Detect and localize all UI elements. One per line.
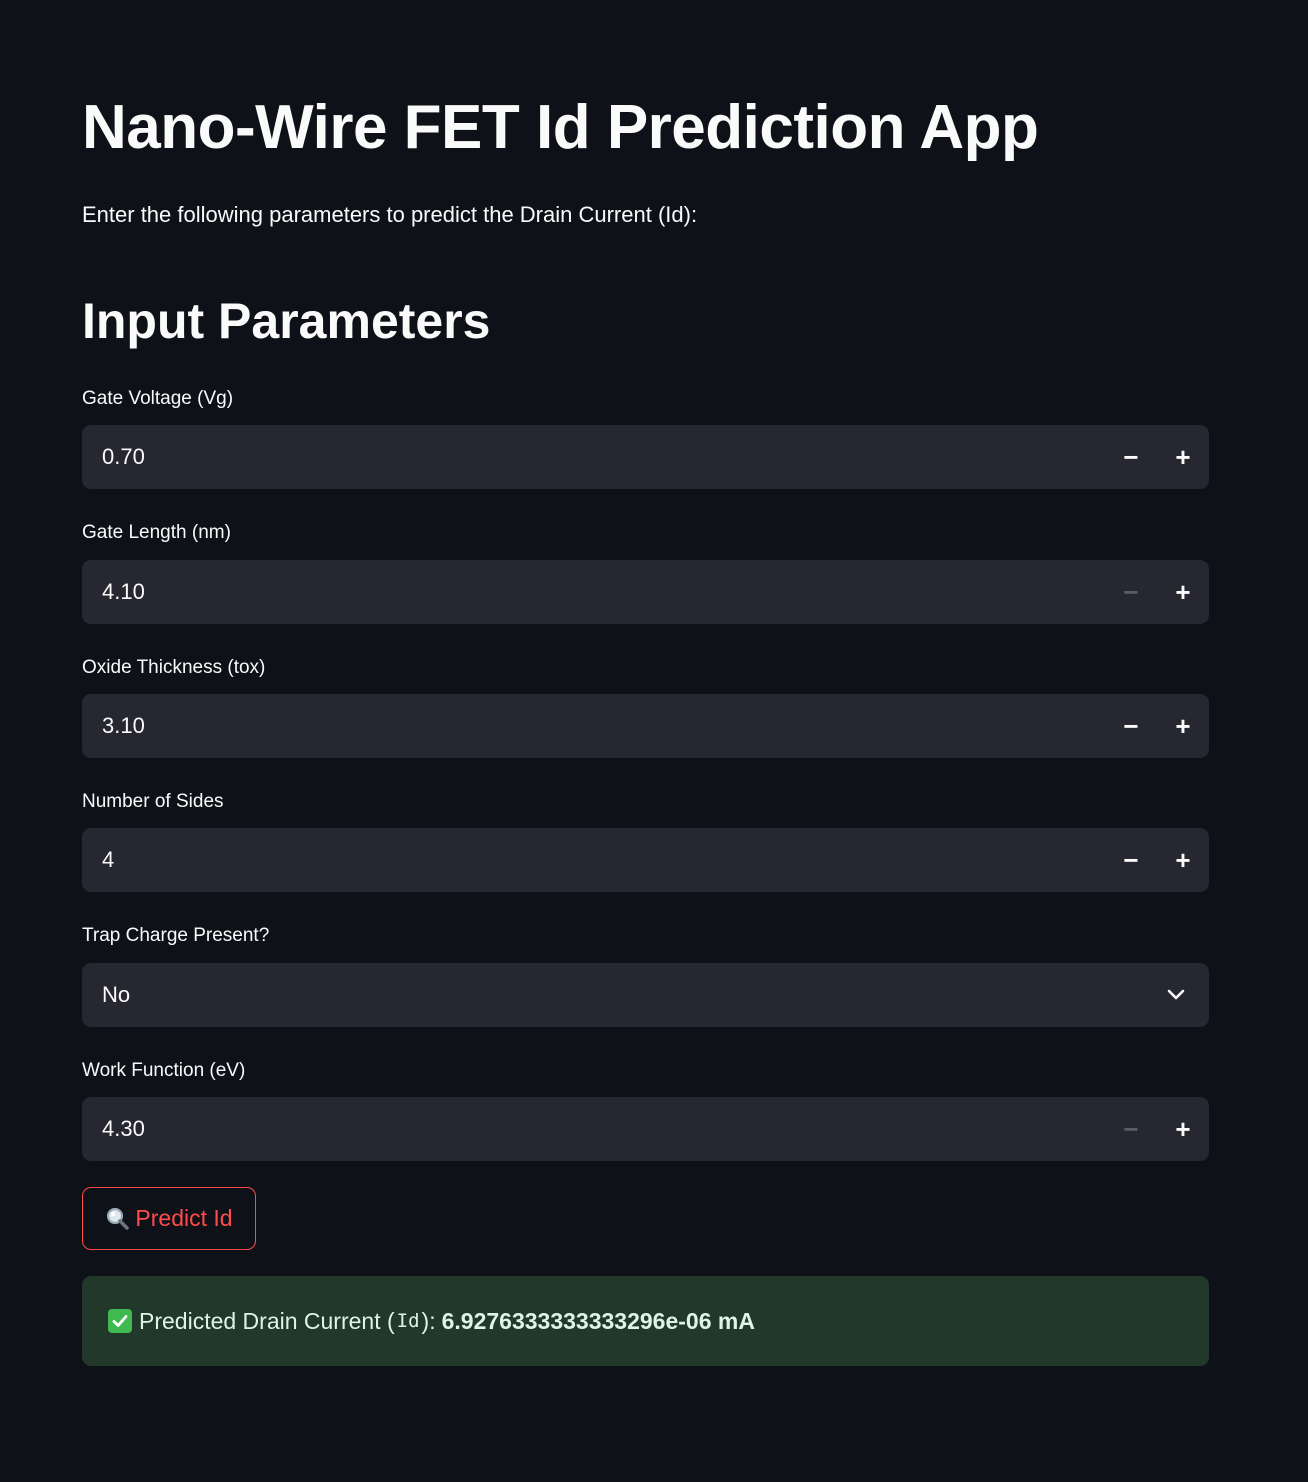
gate-voltage-input[interactable]: 0.70 − + bbox=[82, 425, 1209, 489]
gate-length-input[interactable]: 4.10 − + bbox=[82, 560, 1209, 624]
gate-length-label: Gate Length (nm) bbox=[82, 522, 231, 543]
gate-voltage-value[interactable]: 0.70 bbox=[102, 425, 145, 489]
predict-id-button[interactable]: Predict Id bbox=[82, 1187, 256, 1250]
app-page: Nano-Wire FET Id Prediction App Enter th… bbox=[0, 0, 1308, 1482]
trap-charge-label: Trap Charge Present? bbox=[82, 925, 270, 946]
result-text: Predicted Drain Current ( Id ): 6.927633… bbox=[108, 1276, 755, 1366]
gate-length-increment-button[interactable]: + bbox=[1157, 560, 1209, 624]
check-icon bbox=[108, 1309, 132, 1333]
oxide-thickness-decrement-button[interactable]: − bbox=[1105, 694, 1157, 758]
result-suffix: ): bbox=[421, 1307, 436, 1334]
gate-voltage-decrement-button[interactable]: − bbox=[1105, 425, 1157, 489]
oxide-thickness-value[interactable]: 3.10 bbox=[102, 694, 145, 758]
predict-id-label: Predict Id bbox=[135, 1205, 233, 1231]
work-function-increment-button[interactable]: + bbox=[1157, 1097, 1209, 1161]
oxide-thickness-label: Oxide Thickness (tox) bbox=[82, 657, 266, 678]
result-prefix: Predicted Drain Current ( bbox=[139, 1307, 395, 1334]
gate-voltage-label: Gate Voltage (Vg) bbox=[82, 388, 234, 409]
predicted-value: 6.9276333333333296e-06 mA bbox=[441, 1307, 755, 1334]
trap-charge-select[interactable]: No bbox=[82, 963, 1209, 1027]
number-of-sides-increment-button[interactable]: + bbox=[1157, 828, 1209, 892]
work-function-label: Work Function (eV) bbox=[82, 1060, 246, 1081]
number-of-sides-label: Number of Sides bbox=[82, 791, 224, 812]
result-code: Id bbox=[396, 1310, 420, 1332]
number-of-sides-decrement-button[interactable]: − bbox=[1105, 828, 1157, 892]
gate-voltage-increment-button[interactable]: + bbox=[1157, 425, 1209, 489]
gate-length-value[interactable]: 4.10 bbox=[102, 560, 145, 624]
page-title: Nano-Wire FET Id Prediction App bbox=[82, 93, 1039, 162]
trap-charge-selected-value[interactable]: No bbox=[102, 963, 130, 1027]
gate-length-decrement-button[interactable]: − bbox=[1105, 560, 1157, 624]
oxide-thickness-input[interactable]: 3.10 − + bbox=[82, 694, 1209, 758]
number-of-sides-input[interactable]: 4 − + bbox=[82, 828, 1209, 892]
success-alert: Predicted Drain Current ( Id ): 6.927633… bbox=[82, 1276, 1209, 1366]
work-function-value[interactable]: 4.30 bbox=[102, 1097, 145, 1161]
magnifier-icon bbox=[107, 1207, 130, 1230]
chevron-down-icon[interactable] bbox=[1165, 983, 1187, 1005]
work-function-input[interactable]: 4.30 − + bbox=[82, 1097, 1209, 1161]
number-of-sides-value[interactable]: 4 bbox=[102, 828, 114, 892]
work-function-decrement-button[interactable]: − bbox=[1105, 1097, 1157, 1161]
oxide-thickness-increment-button[interactable]: + bbox=[1157, 694, 1209, 758]
section-heading: Input Parameters bbox=[82, 293, 491, 349]
page-subtitle: Enter the following parameters to predic… bbox=[82, 202, 698, 227]
